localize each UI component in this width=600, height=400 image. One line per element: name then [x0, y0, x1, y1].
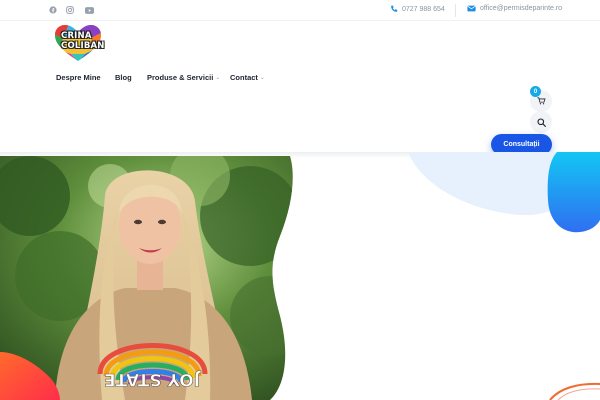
nav-item-despre-mine[interactable]: Despre Mine	[56, 73, 101, 82]
site-logo[interactable]: CRINA COLIBAN	[53, 24, 105, 62]
phone-info[interactable]: 0727 988 654	[390, 5, 445, 13]
search-button[interactable]	[530, 111, 552, 133]
topbar-divider	[455, 4, 456, 17]
nav-item-contact[interactable]: Contact ⌄	[230, 73, 265, 82]
email-info[interactable]: office@permisdeparinte.ro	[467, 5, 562, 12]
nav-item-label: Contact	[230, 73, 258, 82]
nav-item-label: Produse & Servicii	[147, 73, 214, 82]
logo-line-2: COLIBAN	[61, 41, 105, 51]
phone-number: 0727 988 654	[402, 5, 445, 13]
hero-portrait-image: JOY STATE	[0, 156, 293, 400]
cart-count-badge: 0	[530, 86, 541, 97]
instagram-icon[interactable]	[65, 5, 75, 15]
chevron-down-icon: ⌄	[215, 75, 221, 81]
youtube-icon[interactable]	[84, 5, 94, 15]
nav-item-label: Blog	[115, 73, 132, 82]
email-address: office@permisdeparinte.ro	[480, 5, 563, 12]
orange-arc-decoration	[549, 382, 600, 400]
sweater-text: JOY STATE	[104, 369, 201, 389]
nav-item-produse-servicii[interactable]: Produse & Servicii ⌄	[147, 73, 220, 82]
top-bar: 0727 988 654 office@permisdeparinte.ro	[0, 0, 600, 21]
page: 0727 988 654 office@permisdeparinte.ro C…	[0, 0, 600, 400]
search-icon	[536, 117, 546, 127]
chevron-down-icon: ⌄	[259, 75, 265, 81]
nav-item-label: Despre Mine	[56, 73, 101, 82]
email-icon	[467, 5, 476, 12]
cart-icon	[537, 97, 546, 105]
logo-line-1: CRINA	[61, 31, 92, 41]
blue-gradient-blob	[547, 152, 600, 233]
nav-item-blog[interactable]: Blog	[115, 73, 132, 82]
facebook-icon[interactable]	[48, 5, 58, 15]
phone-icon	[390, 5, 398, 13]
